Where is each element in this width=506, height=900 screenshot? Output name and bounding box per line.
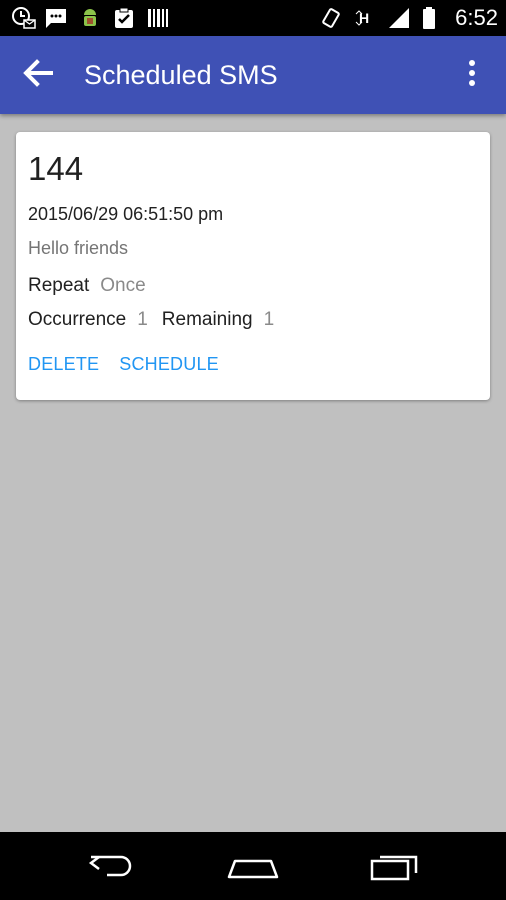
battery-icon bbox=[421, 6, 445, 30]
back-button[interactable] bbox=[18, 55, 58, 95]
schedule-button[interactable]: SCHEDULE bbox=[119, 354, 219, 375]
clipboard-check-icon bbox=[112, 6, 136, 30]
status-time: 6:52 bbox=[455, 5, 498, 30]
message-text: Hello friends bbox=[28, 238, 129, 258]
notification-icons bbox=[10, 6, 170, 30]
signal-icon bbox=[387, 6, 411, 30]
nav-back-button[interactable] bbox=[82, 848, 142, 888]
scheduled-sms-card[interactable]: 144 2015/06/29 06:51:50 pm Hello friends… bbox=[16, 132, 490, 400]
repeat-value: Once bbox=[100, 275, 146, 296]
page-title: Scheduled SMS bbox=[84, 60, 278, 90]
clock-mail-icon bbox=[10, 6, 36, 30]
nav-home-button[interactable] bbox=[223, 848, 283, 888]
overflow-menu-button[interactable] bbox=[458, 57, 486, 93]
remaining-label: Remaining bbox=[161, 309, 253, 330]
scheduled-datetime: 2015/06/29 06:51:50 pm bbox=[28, 204, 224, 224]
nav-recents-button[interactable] bbox=[364, 848, 424, 888]
vibrate-icon bbox=[319, 6, 343, 30]
repeat-label: Repeat bbox=[28, 275, 90, 296]
card-actions: DELETE SCHEDULE bbox=[28, 354, 219, 375]
more-vert-icon bbox=[468, 59, 476, 92]
status-bar: H 6:52 bbox=[0, 0, 506, 36]
repeat-row: Repeat Once bbox=[28, 275, 146, 297]
sms-icon bbox=[44, 6, 68, 30]
system-status-icons: H 6:52 bbox=[319, 4, 498, 32]
recipient-number: 144 bbox=[28, 150, 84, 187]
h-network-icon: H bbox=[353, 6, 377, 30]
arrow-back-icon bbox=[21, 56, 55, 95]
occurrence-label: Occurrence bbox=[28, 309, 127, 330]
home-nav-icon bbox=[225, 851, 281, 886]
app-bar: Scheduled SMS bbox=[0, 36, 506, 114]
occurrence-value: 1 bbox=[137, 309, 148, 330]
back-nav-icon bbox=[87, 851, 137, 886]
remaining-value: 1 bbox=[263, 309, 275, 330]
android-debug-icon bbox=[78, 6, 102, 30]
delete-button[interactable]: DELETE bbox=[28, 354, 99, 375]
occurrence-row: Occurrence 1 Remaining 1 bbox=[28, 309, 274, 331]
recents-nav-icon bbox=[368, 851, 420, 886]
barcode-icon bbox=[146, 6, 170, 30]
navigation-bar bbox=[0, 832, 506, 900]
